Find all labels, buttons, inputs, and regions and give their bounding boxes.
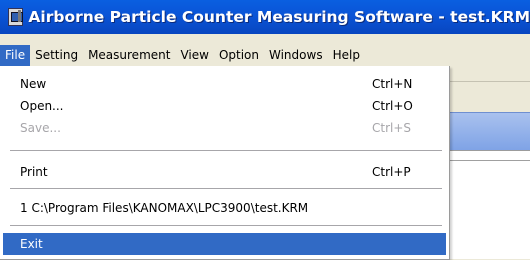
menu-file[interactable]: File [0,45,31,66]
menu-option[interactable]: Option [214,45,264,66]
save-label: Save... [20,121,61,135]
exit-label: Exit [20,237,43,251]
menu-separator [10,225,442,226]
file-menu-dropdown: New Ctrl+N Open... Ctrl+O Save... Ctrl+S… [0,66,450,260]
new-shortcut: Ctrl+N [372,77,413,91]
open-shortcut: Ctrl+O [372,99,413,113]
document-area [448,150,530,259]
toolbar-divider [448,81,530,82]
recent-file-label: 1 C:\Program Files\KANOMAX\LPC3900\test.… [20,201,309,215]
title-bar[interactable]: Airborne Particle Counter Measuring Soft… [0,0,530,34]
window-title: Airborne Particle Counter Measuring Soft… [28,8,530,26]
menu-item-new[interactable]: New Ctrl+N [3,73,446,95]
menu-item-open[interactable]: Open... Ctrl+O [3,95,446,117]
print-shortcut: Ctrl+P [372,165,411,179]
menu-item-exit[interactable]: Exit [3,233,446,255]
print-label: Print [20,165,48,179]
new-label: New [20,77,47,91]
menu-help[interactable]: Help [328,45,365,66]
menu-bar: File Setting Measurement View Option Win… [0,45,530,66]
menu-setting[interactable]: Setting [30,45,83,66]
menu-view[interactable]: View [175,45,213,66]
menu-measurement[interactable]: Measurement [83,45,175,66]
menu-item-print[interactable]: Print Ctrl+P [3,161,446,183]
menu-windows[interactable]: Windows [264,45,328,66]
menu-separator [10,150,442,151]
app-icon [8,8,24,26]
menu-item-recent-file[interactable]: 1 C:\Program Files\KANOMAX\LPC3900\test.… [3,197,446,219]
menu-separator [10,188,442,189]
document-header-panel [448,112,530,151]
save-shortcut: Ctrl+S [372,121,412,135]
open-label: Open... [20,99,64,113]
document-divider [448,160,530,161]
menu-item-save[interactable]: Save... Ctrl+S [3,117,446,139]
